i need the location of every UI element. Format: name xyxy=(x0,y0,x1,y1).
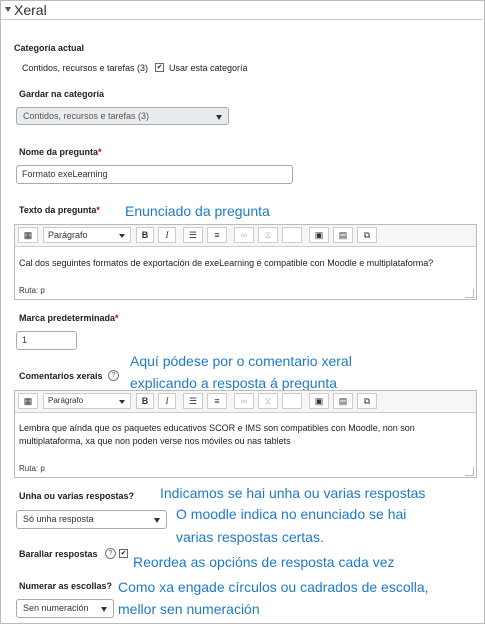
required-marker: * xyxy=(96,205,100,215)
question-text-label: Texto da pregunta* xyxy=(19,205,100,215)
default-mark-label: Marca predeterminada* xyxy=(19,313,119,323)
link-icon[interactable]: ∞ xyxy=(234,227,254,243)
feedback-editor[interactable]: ▦ Parágrafo B I ☰ ≡ ∞ ⧖ ▣ ▤ ⧉ Lembra que… xyxy=(14,390,477,478)
feedback-body-line-1: Lembra que aínda que os paquetes educati… xyxy=(19,423,415,433)
shuffle-checkbox[interactable]: ✔ xyxy=(119,549,128,558)
save-category-select[interactable]: Contidos, recursos e tarefas (3) xyxy=(16,107,229,125)
shuffle-note: Reordea as opcións de resposta cada vez xyxy=(133,554,395,570)
editor-path: Ruta: p xyxy=(19,286,45,295)
numbering-label: Numerar as escollas? xyxy=(19,581,113,591)
chevron-down-icon xyxy=(119,234,125,238)
link-icon[interactable]: ∞ xyxy=(234,393,254,409)
numbering-select[interactable]: Sen numeración xyxy=(16,599,114,618)
toolbar-toggle-icon[interactable]: ▦ xyxy=(18,227,38,243)
question-name-label: Nome da pregunta* xyxy=(19,147,102,157)
required-marker: * xyxy=(98,147,102,157)
question-text-body: Cal dos seguintes formatos de exportació… xyxy=(19,258,434,268)
resize-grip-icon[interactable] xyxy=(465,467,474,476)
current-category-value: Contidos, recursos e tarefas (3) xyxy=(22,63,149,73)
single-label: Unha ou varias respostas? xyxy=(19,491,135,501)
unlink-icon[interactable]: ⧖ xyxy=(258,227,278,243)
help-icon[interactable]: ? xyxy=(108,370,119,381)
single-note-1: Indicamos se hai unha ou varias resposta… xyxy=(160,485,426,501)
shuffle-label: Barallar respostas xyxy=(19,549,98,559)
feedback-body-line-2: multiplataforma, xa que non poden verse … xyxy=(19,436,291,446)
editor-toolbar: ▦ Parágrafo B I ☰ ≡ ∞ ⧖ ▣ ▤ ⧉ xyxy=(15,391,476,413)
question-text-editor[interactable]: ▦ Parágrafo B I ☰ ≡ ∞ ⧖ ▣ ▤ ⧉ Cal dos se… xyxy=(14,224,477,300)
save-category-label: Gardar na categoría xyxy=(19,89,105,99)
italic-button[interactable]: I xyxy=(158,227,176,243)
single-note-3: varias respostas certas. xyxy=(176,529,324,545)
chevron-down-icon xyxy=(119,400,125,404)
image-icon[interactable]: ▣ xyxy=(309,227,329,243)
feedback-label: Comentarios xerais xyxy=(19,371,103,381)
numbered-list-icon[interactable]: ≡ xyxy=(207,393,227,409)
paragraph-format-select[interactable]: Parágrafo xyxy=(43,393,131,409)
single-note-2: O moodle indica no enunciado se hai xyxy=(176,506,407,522)
chevron-down-icon xyxy=(101,607,107,612)
chevron-down-icon xyxy=(216,115,222,120)
use-category-checkbox[interactable]: ✔ xyxy=(155,63,164,72)
resize-grip-icon[interactable] xyxy=(465,289,474,298)
current-category-label: Categoría actual xyxy=(14,43,85,53)
numbering-note-1: Como xa engade círculos ou cadrados de e… xyxy=(118,579,429,595)
blank-tool-icon[interactable] xyxy=(282,227,302,243)
editor-toolbar: ▦ Parágrafo B I ☰ ≡ ∞ ⧖ ▣ ▤ ⧉ xyxy=(15,225,476,247)
numbering-value: Sen numeración xyxy=(23,603,89,613)
numbering-note-2: mellor sen numeración xyxy=(118,601,260,617)
default-mark-input[interactable]: 1 xyxy=(16,331,77,350)
media-icon[interactable]: ▤ xyxy=(333,393,353,409)
single-value: Só unha resposta xyxy=(23,514,94,524)
question-text-note: Enunciado da pregunta xyxy=(125,203,270,219)
unlink-icon[interactable]: ⧖ xyxy=(258,393,278,409)
help-icon[interactable]: ? xyxy=(105,548,116,559)
bullet-list-icon[interactable]: ☰ xyxy=(183,393,203,409)
question-name-input[interactable]: Formato exeLearning xyxy=(16,165,293,184)
save-category-value: Contidos, recursos e tarefas (3) xyxy=(23,111,150,121)
editor-path: Ruta: p xyxy=(19,464,45,473)
paragraph-format-select[interactable]: Parágrafo xyxy=(43,227,131,243)
files-icon[interactable]: ⧉ xyxy=(357,393,377,409)
numbered-list-icon[interactable]: ≡ xyxy=(207,227,227,243)
single-select[interactable]: Só unha resposta xyxy=(16,510,167,529)
bold-button[interactable]: B xyxy=(136,227,154,243)
section-header[interactable]: Xeral xyxy=(1,1,483,20)
italic-button[interactable]: I xyxy=(158,393,176,409)
bold-button[interactable]: B xyxy=(136,393,154,409)
bullet-list-icon[interactable]: ☰ xyxy=(183,227,203,243)
required-marker: * xyxy=(115,313,119,323)
chevron-down-icon xyxy=(154,518,160,523)
feedback-note-1: Aquí pódese por o comentario xeral xyxy=(130,353,352,369)
toolbar-toggle-icon[interactable]: ▦ xyxy=(18,393,38,409)
files-icon[interactable]: ⧉ xyxy=(357,227,377,243)
collapse-triangle-icon[interactable] xyxy=(5,7,11,12)
blank-tool-icon[interactable] xyxy=(282,393,302,409)
image-icon[interactable]: ▣ xyxy=(309,393,329,409)
use-category-label: Usar esta categoría xyxy=(169,63,248,73)
section-title: Xeral xyxy=(14,2,47,18)
media-icon[interactable]: ▤ xyxy=(333,227,353,243)
